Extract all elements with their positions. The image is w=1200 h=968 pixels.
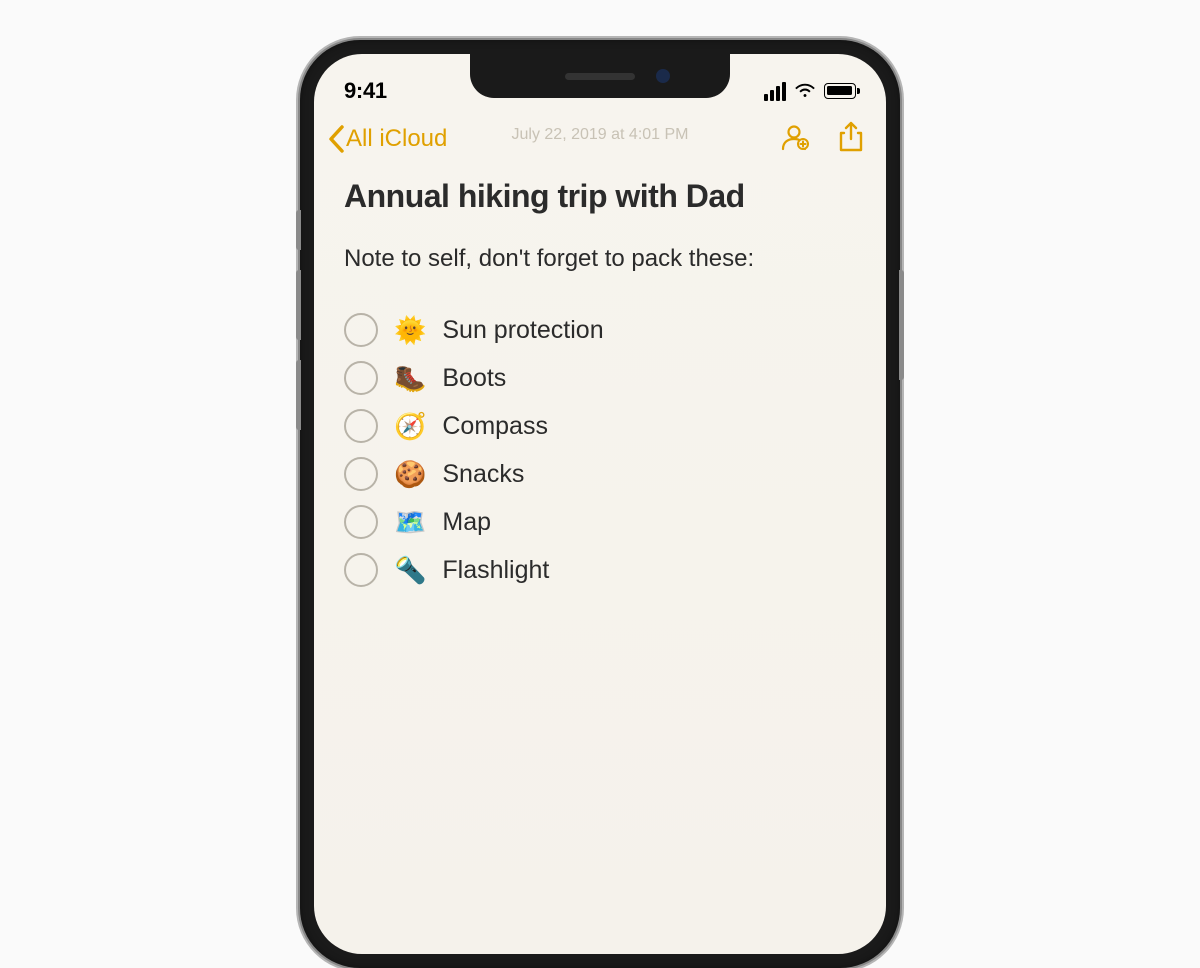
nav-actions [778, 121, 864, 158]
item-emoji: 🧭 [394, 411, 426, 442]
nav-bar: All iCloud July 22, 2019 at 4:01 PM [314, 110, 886, 168]
check-circle[interactable] [344, 361, 378, 395]
chevron-left-icon [328, 125, 344, 153]
check-circle[interactable] [344, 553, 378, 587]
checklist-item[interactable]: 🍪 Snacks [344, 457, 856, 491]
item-label: Snacks [442, 460, 524, 489]
checklist-item[interactable]: 🌞 Sun protection [344, 313, 856, 347]
side-buttons-right [899, 270, 904, 380]
power-button[interactable] [899, 270, 904, 380]
item-label: Compass [442, 412, 548, 441]
check-circle[interactable] [344, 409, 378, 443]
back-button[interactable]: All iCloud [328, 125, 447, 153]
status-time: 9:41 [344, 78, 387, 104]
item-label: Boots [442, 364, 506, 393]
item-label: Sun protection [442, 316, 603, 345]
checklist-item[interactable]: 🥾 Boots [344, 361, 856, 395]
item-emoji: 🍪 [394, 459, 426, 490]
checklist-item[interactable]: 🗺️ Map [344, 505, 856, 539]
collaborate-button[interactable] [778, 122, 810, 157]
item-emoji: 🔦 [394, 555, 426, 586]
note-content[interactable]: Annual hiking trip with Dad Note to self… [314, 168, 886, 597]
item-emoji: 🌞 [394, 315, 426, 346]
item-emoji: 🗺️ [394, 507, 426, 538]
phone-frame: 9:41 All iCloud July 22, 2019 at 4:01 PM [300, 40, 900, 968]
item-label: Map [442, 508, 491, 537]
mute-switch[interactable] [296, 210, 301, 250]
item-label: Flashlight [442, 556, 549, 585]
item-emoji: 🥾 [394, 363, 426, 394]
volume-up-button[interactable] [296, 270, 301, 340]
notch [470, 54, 730, 98]
phone-screen: 9:41 All iCloud July 22, 2019 at 4:01 PM [314, 54, 886, 954]
front-camera [656, 69, 670, 83]
back-label: All iCloud [346, 125, 447, 153]
checklist-item[interactable]: 🔦 Flashlight [344, 553, 856, 587]
note-timestamp: July 22, 2019 at 4:01 PM [512, 126, 689, 144]
volume-down-button[interactable] [296, 360, 301, 430]
wifi-icon [794, 83, 816, 99]
check-circle[interactable] [344, 457, 378, 491]
speaker [565, 73, 635, 80]
note-title: Annual hiking trip with Dad [344, 178, 856, 215]
cellular-signal-icon [764, 82, 786, 101]
side-buttons-left [296, 210, 301, 450]
check-circle[interactable] [344, 313, 378, 347]
status-indicators [764, 82, 856, 101]
check-circle[interactable] [344, 505, 378, 539]
note-subtitle: Note to self, don't forget to pack these… [344, 245, 856, 273]
checklist-item[interactable]: 🧭 Compass [344, 409, 856, 443]
checklist: 🌞 Sun protection 🥾 Boots 🧭 Compass 🍪 Snacks 🗺️ Ma… [344, 313, 856, 587]
battery-icon [824, 83, 856, 99]
share-button[interactable] [838, 121, 864, 158]
